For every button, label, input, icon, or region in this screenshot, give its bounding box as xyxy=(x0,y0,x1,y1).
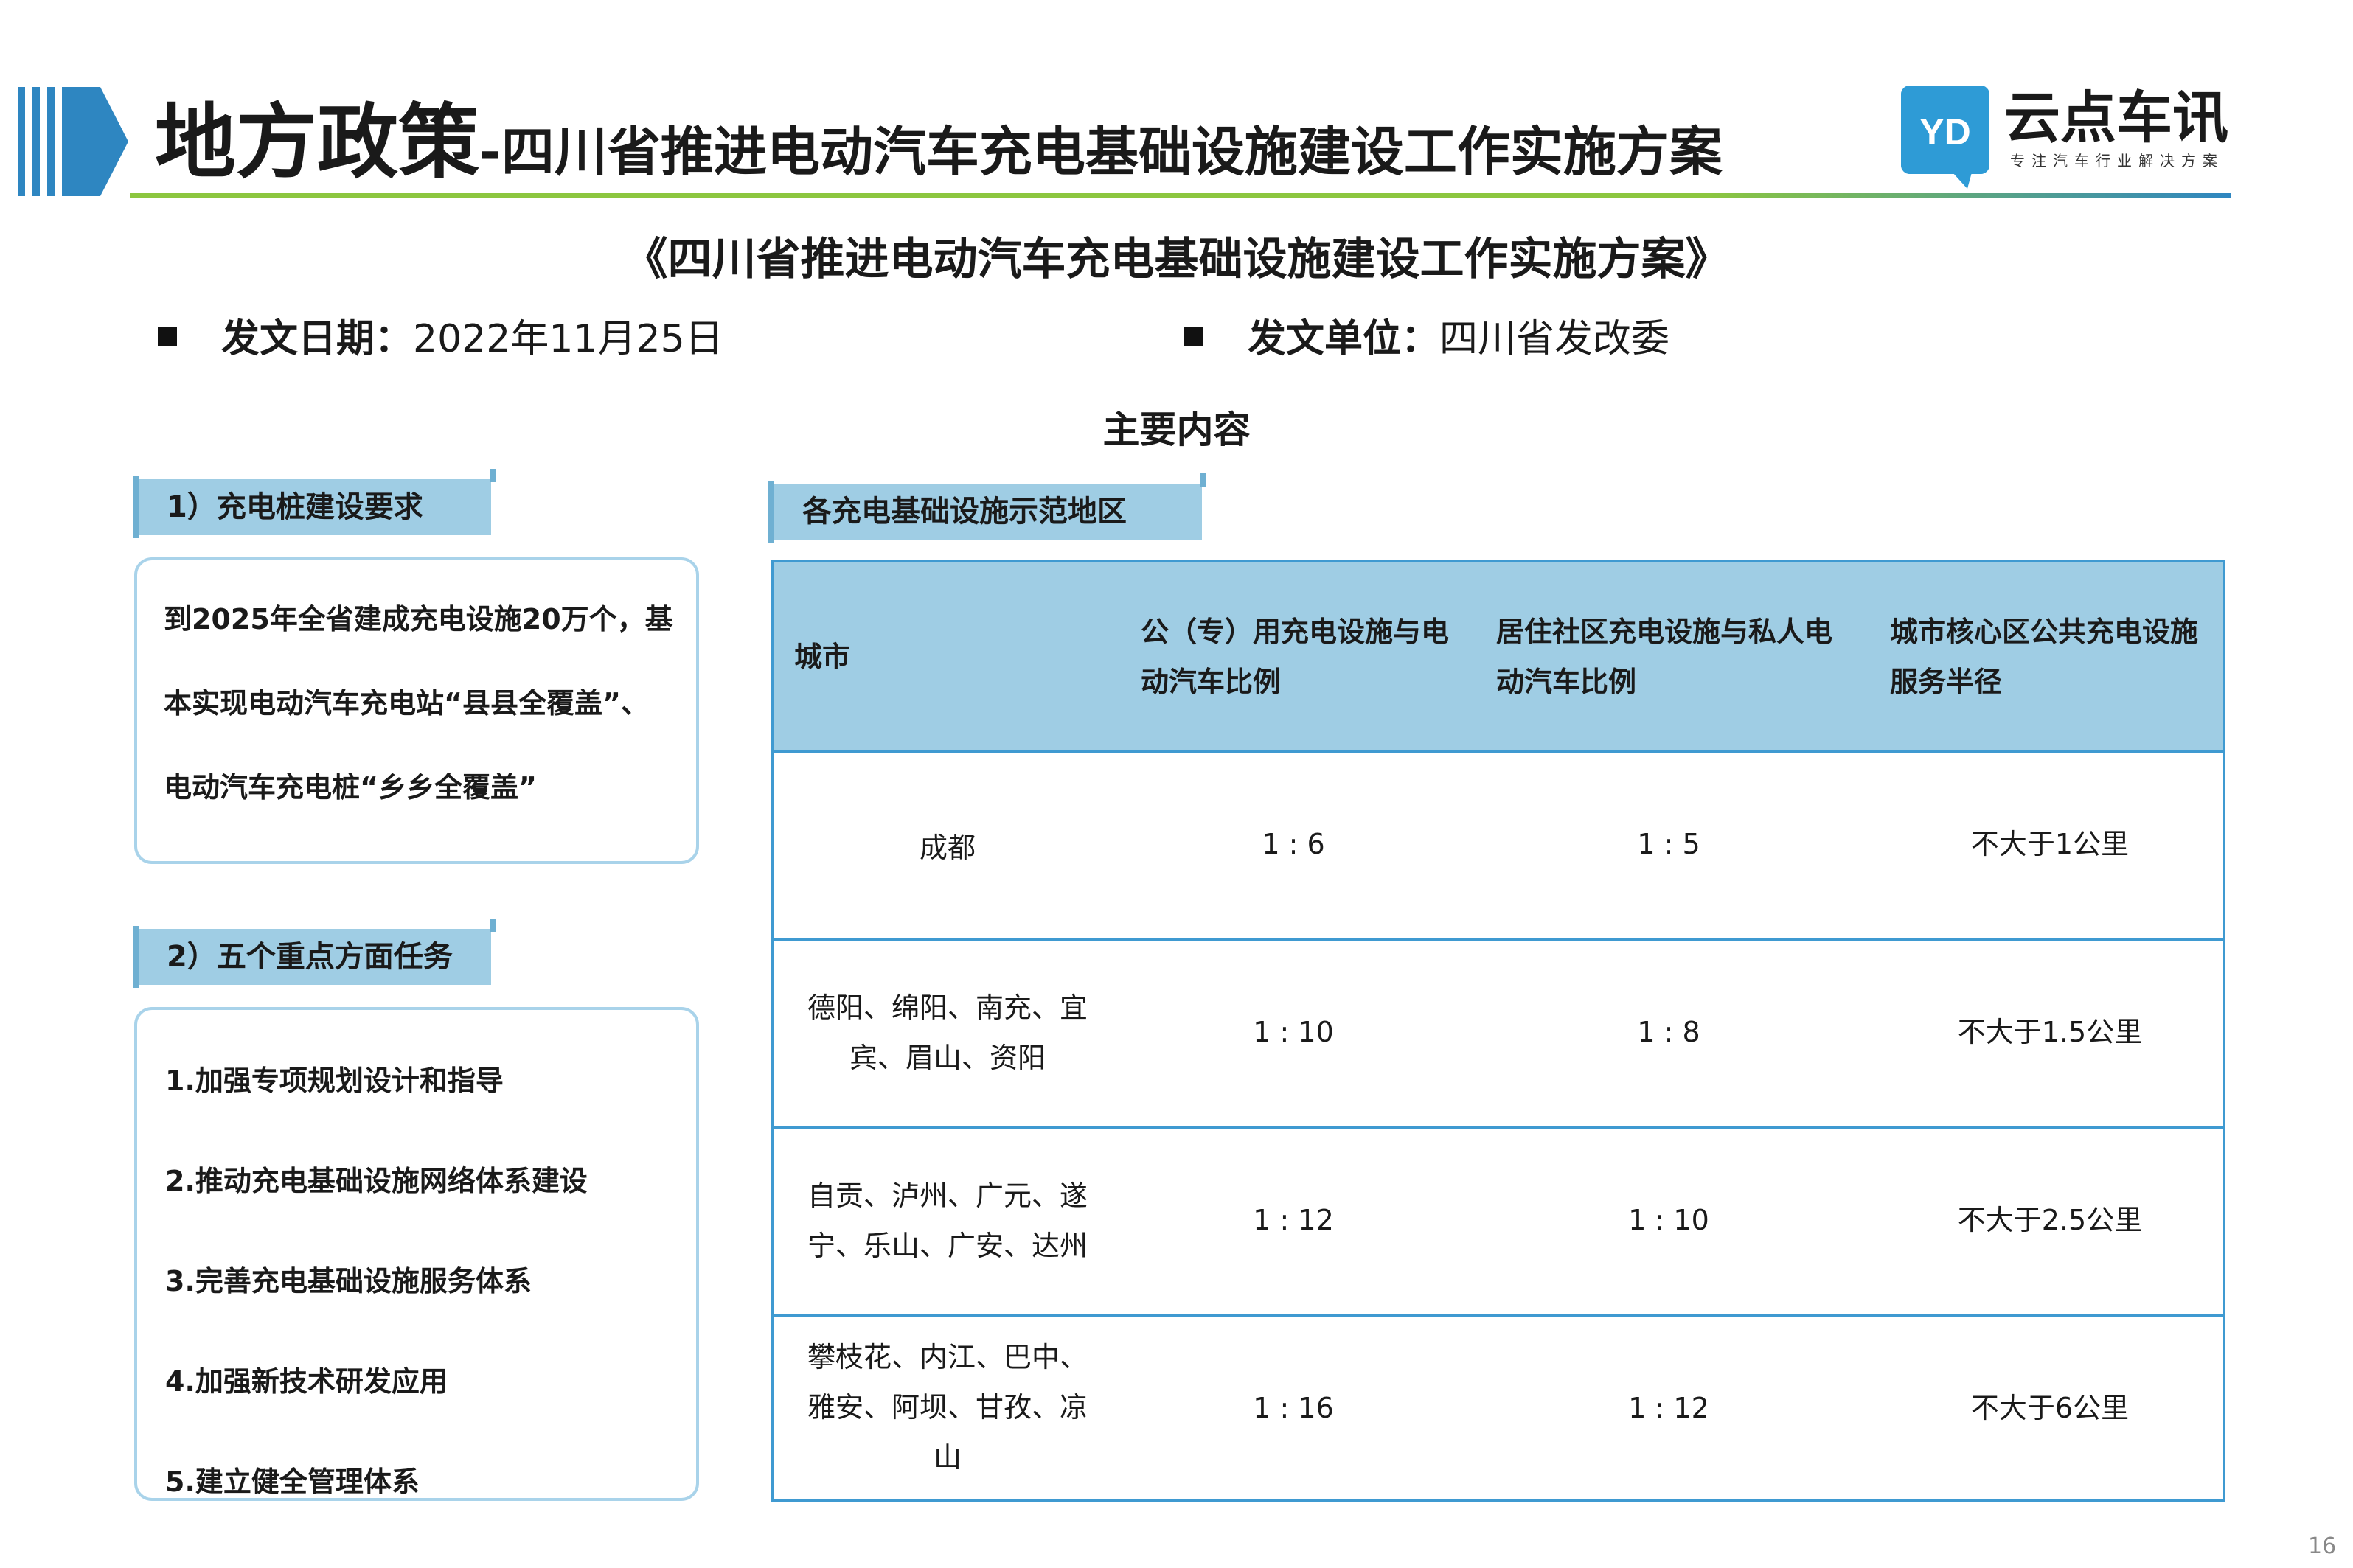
city-line: 宾、眉山、资阳 xyxy=(849,1042,1046,1074)
cell-resident-ratio: 1 : 5 xyxy=(1637,828,1700,860)
demo-region-table: 城市 公（专）用充电设施与电 动汽车比例 居住社区充电设施与私人电 动汽车比例 … xyxy=(771,560,2225,1502)
document-title: 《四川省推进电动汽车充电基础设施建设工作实施方案》 xyxy=(623,234,1730,285)
header-public-ratio: 公（专）用充电设施与电 动汽车比例 xyxy=(1141,607,1449,707)
cell-city: 德阳、绵阳、南充、宜 宾、眉山、资阳 xyxy=(774,983,1122,1083)
cell-resident-ratio: 1 : 8 xyxy=(1637,1016,1700,1048)
cell-public-ratio: 1 : 16 xyxy=(1253,1392,1334,1424)
issue-date: 发文日期：2022年11月25日 xyxy=(158,310,723,369)
section2-card: 1.加强专项规划设计和指导 2.推动充电基础设施网络体系建设 3.完善充电基础设… xyxy=(134,1007,699,1501)
task-item: 1.加强专项规划设计和指导 xyxy=(165,1065,504,1097)
cell-radius: 不大于1.5公里 xyxy=(1957,1016,2143,1048)
header-city: 城市 xyxy=(794,641,851,673)
title-underline xyxy=(130,193,2231,198)
cell-resident-ratio: 1 : 10 xyxy=(1628,1204,1709,1236)
city-line: 雅安、阿坝、甘孜、凉 xyxy=(807,1391,1088,1424)
cell-radius: 不大于1公里 xyxy=(1970,828,2130,860)
page-number: 16 xyxy=(2308,1533,2337,1559)
table-row: 德阳、绵阳、南充、宜 宾、眉山、资阳 1 : 10 1 : 8 不大于1.5公里 xyxy=(774,938,2223,1129)
main-content-heading: 主要内容 xyxy=(1102,408,1251,451)
title-sub-text: -四川省推进电动汽车充电基础设施建设工作实施方案 xyxy=(479,121,1723,183)
logo-name: 云点车讯 xyxy=(2004,85,2228,150)
header-resident-ratio-line: 动汽车比例 xyxy=(1496,666,1637,698)
cell-radius: 不大于6公里 xyxy=(1970,1392,2130,1424)
section1-tab: 1）充电桩建设要求 xyxy=(133,469,496,538)
issuer-label: 发文单位： xyxy=(1248,317,1440,361)
table-row: 攀枝花、内江、巴中、 雅安、阿坝、甘孜、凉 山 1 : 16 1 : 12 不大… xyxy=(774,1314,2223,1499)
city-line: 自贡、泸州、广元、遂 xyxy=(807,1180,1088,1212)
section1-card: 到2025年全省建成充电设施20万个，基 本实现电动汽车充电站“县县全覆盖”、 … xyxy=(134,557,699,864)
header-bars-icon xyxy=(18,87,128,196)
page-title: 地方政策-四川省推进电动汽车充电基础设施建设工作实施方案 xyxy=(155,94,1723,200)
logo-icon: YD xyxy=(1901,86,1989,189)
city-line: 成都 xyxy=(919,832,976,864)
cell-public-ratio: 1 : 12 xyxy=(1253,1204,1334,1236)
header-resident-ratio-line: 居住社区充电设施与私人电 xyxy=(1496,616,1833,648)
section2-tab: 2）五个重点方面任务 xyxy=(133,919,496,988)
cell-radius: 不大于2.5公里 xyxy=(1957,1204,2143,1236)
bullet-square-icon xyxy=(158,327,177,346)
section1-line: 本实现电动汽车充电站“县县全覆盖”、 xyxy=(164,687,649,719)
svg-text:YD: YD xyxy=(1919,111,1970,153)
table-row: 成都 1 : 6 1 : 5 不大于1公里 xyxy=(774,750,2223,941)
section1-line: 电动汽车充电桩“乡乡全覆盖” xyxy=(164,771,537,804)
issuer-value: 四川省发改委 xyxy=(1439,317,1670,361)
date-label: 发文日期： xyxy=(221,317,414,361)
cell-city: 成都 xyxy=(774,823,1122,873)
table-tab: 各充电基础设施示范地区 xyxy=(768,473,1206,543)
header-public-ratio-line: 动汽车比例 xyxy=(1141,666,1282,698)
section1-line: 到2025年全省建成充电设施20万个，基 xyxy=(164,603,673,635)
bullet-square-icon xyxy=(1184,327,1203,346)
header-radius-line: 城市核心区公共充电设施 xyxy=(1890,616,2199,648)
cell-city: 攀枝花、内江、巴中、 雅安、阿坝、甘孜、凉 山 xyxy=(774,1332,1122,1482)
task-item: 2.推动充电基础设施网络体系建设 xyxy=(165,1165,588,1197)
cell-resident-ratio: 1 : 12 xyxy=(1628,1392,1709,1424)
logo-tagline: 专注汽车行业解决方案 xyxy=(2010,152,2224,170)
city-line: 宁、乐山、广安、达州 xyxy=(807,1230,1088,1262)
header-radius-line: 服务半径 xyxy=(1890,666,2003,698)
city-line: 德阳、绵阳、南充、宜 xyxy=(807,992,1088,1024)
cell-public-ratio: 1 : 10 xyxy=(1253,1016,1334,1048)
task-item: 3.完善充电基础设施服务体系 xyxy=(165,1265,532,1297)
title-main-text: 地方政策 xyxy=(155,95,479,189)
cell-city: 自贡、泸州、广元、遂 宁、乐山、广安、达州 xyxy=(774,1171,1122,1271)
table-header: 城市 公（专）用充电设施与电 动汽车比例 居住社区充电设施与私人电 动汽车比例 … xyxy=(774,562,2223,753)
city-line: 山 xyxy=(933,1441,962,1474)
task-item: 4.加强新技术研发应用 xyxy=(165,1365,448,1398)
issuer: 发文单位：四川省发改委 xyxy=(1184,310,1669,369)
header-resident-ratio: 居住社区充电设施与私人电 动汽车比例 xyxy=(1496,607,1832,707)
cell-public-ratio: 1 : 6 xyxy=(1262,828,1325,860)
city-line: 攀枝花、内江、巴中、 xyxy=(807,1341,1088,1373)
header-radius: 城市核心区公共充电设施 服务半径 xyxy=(1890,607,2198,707)
table-row: 自贡、泸州、广元、遂 宁、乐山、广安、达州 1 : 12 1 : 10 不大于2… xyxy=(774,1126,2223,1317)
date-value: 2022年11月25日 xyxy=(413,317,723,361)
task-item: 5.建立健全管理体系 xyxy=(165,1466,420,1498)
header-public-ratio-line: 公（专）用充电设施与电 xyxy=(1141,616,1450,648)
